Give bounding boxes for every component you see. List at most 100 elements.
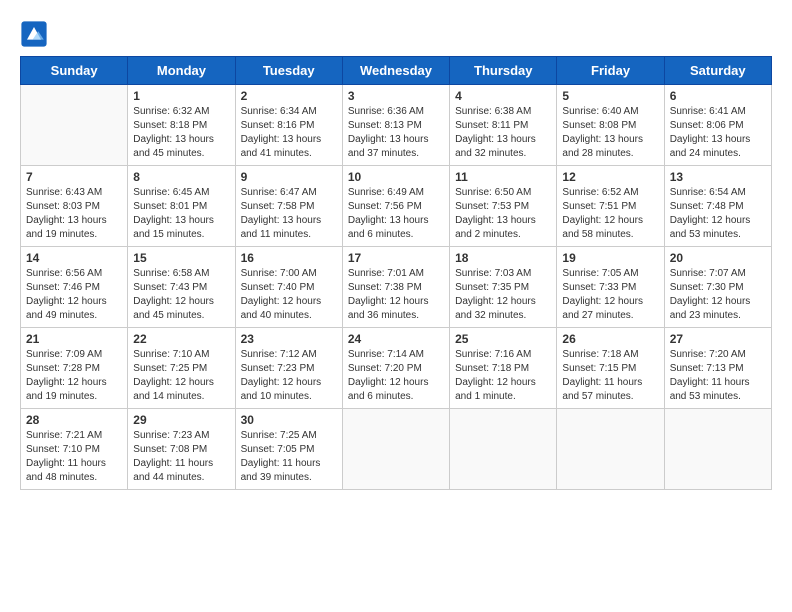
day-info: Sunrise: 7:00 AM Sunset: 7:40 PM Dayligh…	[241, 267, 337, 323]
day-info: Sunrise: 6:47 AM Sunset: 7:58 PM Dayligh…	[241, 186, 337, 242]
weekday-header-thursday: Thursday	[450, 57, 557, 85]
calendar-cell: 24Sunrise: 7:14 AM Sunset: 7:20 PM Dayli…	[342, 328, 449, 409]
calendar-cell: 29 Sunrise: 7:23 AM Sunset: 7:08 PM Dayli…	[128, 409, 235, 490]
day-info: Sunrise: 6:43 AM Sunset: 8:03 PM Dayligh…	[26, 186, 122, 242]
day-info: Sunrise: 6:45 AM Sunset: 8:01 PM Dayligh…	[133, 186, 229, 242]
page-header	[20, 20, 772, 48]
day-number: 21	[26, 332, 122, 346]
day-number: 2	[241, 89, 337, 103]
week-row-1: 1Sunrise: 6:32 AM Sunset: 8:18 PM Daylig…	[21, 85, 772, 166]
day-number: 18	[455, 251, 551, 265]
calendar-cell: 3Sunrise: 6:36 AM Sunset: 8:13 PM Daylig…	[342, 85, 449, 166]
day-number: 27	[670, 332, 766, 346]
day-number: 16	[241, 251, 337, 265]
day-info: Sunrise: 6:50 AM Sunset: 7:53 PM Dayligh…	[455, 186, 551, 242]
calendar-cell	[664, 409, 771, 490]
week-row-4: 21 Sunrise: 7:09 AM Sunset: 7:28 PM Dayli…	[21, 328, 772, 409]
calendar-cell: 1Sunrise: 6:32 AM Sunset: 8:18 PM Daylig…	[128, 85, 235, 166]
calendar-cell: 12 Sunrise: 6:52 AM Sunset: 7:51 PM Dayli…	[557, 166, 664, 247]
day-number: 28	[26, 413, 122, 427]
day-number: 25	[455, 332, 551, 346]
day-number: 26	[562, 332, 658, 346]
day-info: Sunrise: 6:58 AM Sunset: 7:43 PM Dayligh…	[133, 267, 229, 323]
calendar-cell: 21 Sunrise: 7:09 AM Sunset: 7:28 PM Dayli…	[21, 328, 128, 409]
weekday-header-row: SundayMondayTuesdayWednesdayThursdayFrid…	[21, 57, 772, 85]
calendar-table: SundayMondayTuesdayWednesdayThursdayFrid…	[20, 56, 772, 490]
day-number: 12	[562, 170, 658, 184]
day-number: 17	[348, 251, 444, 265]
day-info: Sunrise: 6:52 AM Sunset: 7:51 PM Dayligh…	[562, 186, 658, 242]
day-info: Sunrise: 6:38 AM Sunset: 8:11 PM Dayligh…	[455, 105, 551, 161]
calendar-cell: 8Sunrise: 6:45 AM Sunset: 8:01 PM Daylig…	[128, 166, 235, 247]
day-info: Sunrise: 6:41 AM Sunset: 8:06 PM Dayligh…	[670, 105, 766, 161]
day-info: Sunrise: 7:14 AM Sunset: 7:20 PM Dayligh…	[348, 348, 444, 404]
day-number: 19	[562, 251, 658, 265]
calendar-cell: 16 Sunrise: 7:00 AM Sunset: 7:40 PM Dayli…	[235, 247, 342, 328]
day-number: 11	[455, 170, 551, 184]
calendar-cell: 27 Sunrise: 7:20 AM Sunset: 7:13 PM Dayli…	[664, 328, 771, 409]
calendar-cell: 30 Sunrise: 7:25 AM Sunset: 7:05 PM Dayli…	[235, 409, 342, 490]
day-info: Sunrise: 7:05 AM Sunset: 7:33 PM Dayligh…	[562, 267, 658, 323]
day-number: 10	[348, 170, 444, 184]
calendar-cell: 9 Sunrise: 6:47 AM Sunset: 7:58 PM Daylig…	[235, 166, 342, 247]
calendar-cell: 17 Sunrise: 7:01 AM Sunset: 7:38 PM Dayli…	[342, 247, 449, 328]
calendar-cell	[557, 409, 664, 490]
day-info: Sunrise: 7:25 AM Sunset: 7:05 PM Dayligh…	[241, 429, 337, 485]
day-number: 4	[455, 89, 551, 103]
day-info: Sunrise: 6:40 AM Sunset: 8:08 PM Dayligh…	[562, 105, 658, 161]
day-info: Sunrise: 7:09 AM Sunset: 7:28 PM Dayligh…	[26, 348, 122, 404]
day-number: 3	[348, 89, 444, 103]
calendar-cell: 5 Sunrise: 6:40 AM Sunset: 8:08 PM Daylig…	[557, 85, 664, 166]
calendar-cell: 10Sunrise: 6:49 AM Sunset: 7:56 PM Dayli…	[342, 166, 449, 247]
calendar-cell: 20 Sunrise: 7:07 AM Sunset: 7:30 PM Dayli…	[664, 247, 771, 328]
weekday-header-tuesday: Tuesday	[235, 57, 342, 85]
week-row-5: 28 Sunrise: 7:21 AM Sunset: 7:10 PM Dayli…	[21, 409, 772, 490]
day-info: Sunrise: 7:12 AM Sunset: 7:23 PM Dayligh…	[241, 348, 337, 404]
day-number: 14	[26, 251, 122, 265]
logo	[20, 20, 52, 48]
day-number: 22	[133, 332, 229, 346]
day-number: 6	[670, 89, 766, 103]
day-number: 13	[670, 170, 766, 184]
calendar-cell: 25 Sunrise: 7:16 AM Sunset: 7:18 PM Dayli…	[450, 328, 557, 409]
day-info: Sunrise: 7:16 AM Sunset: 7:18 PM Dayligh…	[455, 348, 551, 404]
day-info: Sunrise: 7:23 AM Sunset: 7:08 PM Dayligh…	[133, 429, 229, 485]
day-number: 20	[670, 251, 766, 265]
logo-icon	[20, 20, 48, 48]
day-number: 15	[133, 251, 229, 265]
calendar-cell: 23 Sunrise: 7:12 AM Sunset: 7:23 PM Dayli…	[235, 328, 342, 409]
day-number: 5	[562, 89, 658, 103]
day-info: Sunrise: 6:34 AM Sunset: 8:16 PM Dayligh…	[241, 105, 337, 161]
week-row-3: 14Sunrise: 6:56 AM Sunset: 7:46 PM Dayli…	[21, 247, 772, 328]
weekday-header-wednesday: Wednesday	[342, 57, 449, 85]
calendar-cell: 7 Sunrise: 6:43 AM Sunset: 8:03 PM Daylig…	[21, 166, 128, 247]
calendar-cell	[342, 409, 449, 490]
day-info: Sunrise: 7:18 AM Sunset: 7:15 PM Dayligh…	[562, 348, 658, 404]
day-number: 7	[26, 170, 122, 184]
weekday-header-friday: Friday	[557, 57, 664, 85]
weekday-header-monday: Monday	[128, 57, 235, 85]
weekday-header-saturday: Saturday	[664, 57, 771, 85]
day-info: Sunrise: 7:10 AM Sunset: 7:25 PM Dayligh…	[133, 348, 229, 404]
calendar-cell: 4 Sunrise: 6:38 AM Sunset: 8:11 PM Daylig…	[450, 85, 557, 166]
day-number: 9	[241, 170, 337, 184]
calendar-cell: 28 Sunrise: 7:21 AM Sunset: 7:10 PM Dayli…	[21, 409, 128, 490]
calendar-cell: 15 Sunrise: 6:58 AM Sunset: 7:43 PM Dayli…	[128, 247, 235, 328]
calendar-cell: 11 Sunrise: 6:50 AM Sunset: 7:53 PM Dayli…	[450, 166, 557, 247]
calendar-cell: 26 Sunrise: 7:18 AM Sunset: 7:15 PM Dayli…	[557, 328, 664, 409]
day-info: Sunrise: 7:07 AM Sunset: 7:30 PM Dayligh…	[670, 267, 766, 323]
calendar-cell: 22 Sunrise: 7:10 AM Sunset: 7:25 PM Dayli…	[128, 328, 235, 409]
day-info: Sunrise: 7:01 AM Sunset: 7:38 PM Dayligh…	[348, 267, 444, 323]
calendar-cell: 18 Sunrise: 7:03 AM Sunset: 7:35 PM Dayli…	[450, 247, 557, 328]
day-info: Sunrise: 7:03 AM Sunset: 7:35 PM Dayligh…	[455, 267, 551, 323]
day-number: 29	[133, 413, 229, 427]
week-row-2: 7 Sunrise: 6:43 AM Sunset: 8:03 PM Daylig…	[21, 166, 772, 247]
calendar-cell: 14Sunrise: 6:56 AM Sunset: 7:46 PM Dayli…	[21, 247, 128, 328]
calendar-cell: 13Sunrise: 6:54 AM Sunset: 7:48 PM Dayli…	[664, 166, 771, 247]
day-info: Sunrise: 7:21 AM Sunset: 7:10 PM Dayligh…	[26, 429, 122, 485]
calendar-cell: 6 Sunrise: 6:41 AM Sunset: 8:06 PM Daylig…	[664, 85, 771, 166]
day-number: 23	[241, 332, 337, 346]
calendar-cell	[450, 409, 557, 490]
day-number: 30	[241, 413, 337, 427]
day-info: Sunrise: 7:20 AM Sunset: 7:13 PM Dayligh…	[670, 348, 766, 404]
